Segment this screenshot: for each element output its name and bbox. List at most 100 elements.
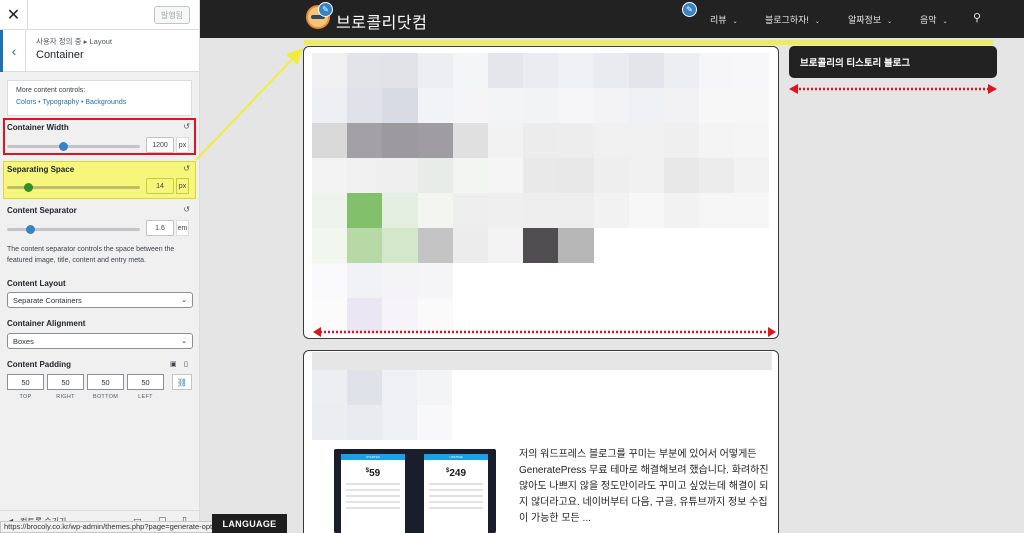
padding-top-input[interactable]: 50 <box>7 374 44 390</box>
pricing-plan: STARTER $59 <box>341 454 405 533</box>
section-title: Container <box>36 49 84 61</box>
image-tile <box>382 158 418 193</box>
language-button[interactable]: LANGUAGE <box>212 514 287 533</box>
content-separator-slider[interactable] <box>7 225 140 234</box>
image-tile <box>417 228 453 263</box>
image-tile <box>523 123 559 158</box>
image-tile <box>487 193 524 228</box>
image-tile <box>558 123 594 158</box>
more-controls-links[interactable]: Colors • Typography • Backgrounds <box>16 99 183 106</box>
image-tile <box>628 53 664 88</box>
content-separator-input[interactable]: 1.6 <box>146 220 174 236</box>
image-tile <box>523 158 559 193</box>
image-tile <box>558 158 594 193</box>
edit-shortcut-icon[interactable]: ✎ <box>682 2 697 17</box>
padding-bottom-input[interactable]: 50 <box>87 374 124 390</box>
container-alignment-select[interactable]: Boxes ⌄ <box>7 333 193 349</box>
image-tile <box>382 53 418 88</box>
image-tile <box>312 263 348 298</box>
image-tile <box>523 298 559 333</box>
image-tile <box>417 193 453 228</box>
reset-icon[interactable]: ↺ <box>183 205 190 214</box>
padding-right-input[interactable]: 50 <box>47 374 84 390</box>
image-tile <box>347 158 383 193</box>
blurred-featured-image <box>312 53 770 333</box>
back-icon[interactable]: ‹ <box>0 30 26 72</box>
separating-space-input[interactable]: 14 <box>146 178 174 194</box>
content-layout-select[interactable]: Separate Containers ⌄ <box>7 292 193 308</box>
image-tile <box>523 228 559 263</box>
search-icon[interactable]: ⚲ <box>973 11 981 24</box>
container-width-input[interactable]: 1200 <box>146 137 174 153</box>
image-tile <box>734 298 770 333</box>
edit-shortcut-icon[interactable]: ✎ <box>318 2 333 17</box>
image-tile <box>628 123 664 158</box>
pricing-thumbnail[interactable]: STARTER $59 LIFETIME $249 <box>334 449 496 533</box>
post-excerpt: 저의 워드프레스 블로그를 꾸미는 부분에 있어서 어떻게든 GenerateP… <box>519 449 769 524</box>
desktop-icon[interactable]: ▣ <box>170 360 177 368</box>
reset-icon[interactable]: ↺ <box>183 164 190 173</box>
sidebar-widget-title[interactable]: 브로콜리의 티스토리 블로그 <box>789 46 997 78</box>
slider-thumb[interactable] <box>24 183 33 192</box>
arrowhead-left-icon <box>789 84 798 94</box>
image-tile <box>487 263 524 298</box>
nav-item-info[interactable]: 알짜정보 ⌄ <box>848 13 892 26</box>
padding-left-label: LEFT <box>138 394 153 400</box>
plan-price: $249 <box>445 468 467 479</box>
image-tile <box>699 158 735 193</box>
link-values-icon[interactable]: ⛓ <box>172 374 192 390</box>
separating-space-slider[interactable] <box>7 183 140 192</box>
yellow-annotation-arrow <box>195 48 303 161</box>
image-tile <box>382 123 418 158</box>
site-title[interactable]: 브로콜리닷컴 <box>336 9 427 33</box>
nav-item-blog[interactable]: 블로그하자! ⌄ <box>765 13 820 26</box>
image-tile <box>487 53 524 88</box>
image-tile <box>734 123 770 158</box>
image-tile <box>347 53 383 88</box>
nav-item-review[interactable]: 리뷰 ⌄ <box>710 13 738 26</box>
container-width-label: Container Width <box>7 123 69 132</box>
image-tile <box>699 263 735 298</box>
section-header: ‹ 사용자 정의 중 ▸ Layout Container <box>0 30 199 72</box>
image-tile <box>452 298 488 333</box>
image-tile <box>628 158 664 193</box>
image-tile <box>382 228 418 263</box>
separating-space-label: Separating Space <box>7 165 75 174</box>
image-tile <box>523 193 559 228</box>
nav-item-label: 음악 <box>920 15 937 25</box>
image-tile <box>663 123 700 158</box>
slider-thumb[interactable] <box>26 225 35 234</box>
image-tile <box>663 88 700 123</box>
image-tile <box>347 88 383 123</box>
image-tile <box>452 158 488 193</box>
image-tile <box>699 123 735 158</box>
image-tile <box>593 53 629 88</box>
mobile-icon[interactable]: ▯ <box>184 360 188 368</box>
image-tile <box>699 298 735 333</box>
nav-item-music[interactable]: 음악 ⌄ <box>920 13 948 26</box>
separating-space-indicator <box>304 40 993 45</box>
slider-thumb[interactable] <box>59 142 68 151</box>
image-tile <box>593 158 629 193</box>
close-icon[interactable]: ✕ <box>0 0 28 30</box>
image-tile <box>417 88 453 123</box>
unit-label: px <box>176 137 189 153</box>
image-tile <box>593 228 629 263</box>
padding-bottom-label: BOTTOM <box>92 394 119 400</box>
image-tile <box>523 53 559 88</box>
image-tile <box>312 193 348 228</box>
publish-button[interactable]: 발행됨 <box>154 6 190 24</box>
image-tile <box>382 298 418 333</box>
container-alignment-label: Container Alignment <box>7 319 86 328</box>
reset-icon[interactable]: ↺ <box>183 122 190 131</box>
image-tile <box>628 193 664 228</box>
image-tile <box>523 263 559 298</box>
image-tile <box>487 123 524 158</box>
container-width-slider[interactable] <box>7 142 140 151</box>
image-tile <box>593 123 629 158</box>
image-tile <box>593 88 629 123</box>
image-tile <box>628 263 664 298</box>
nav-item-label: 알짜정보 <box>848 15 882 25</box>
padding-left-input[interactable]: 50 <box>127 374 164 390</box>
blurred-title <box>312 352 772 370</box>
